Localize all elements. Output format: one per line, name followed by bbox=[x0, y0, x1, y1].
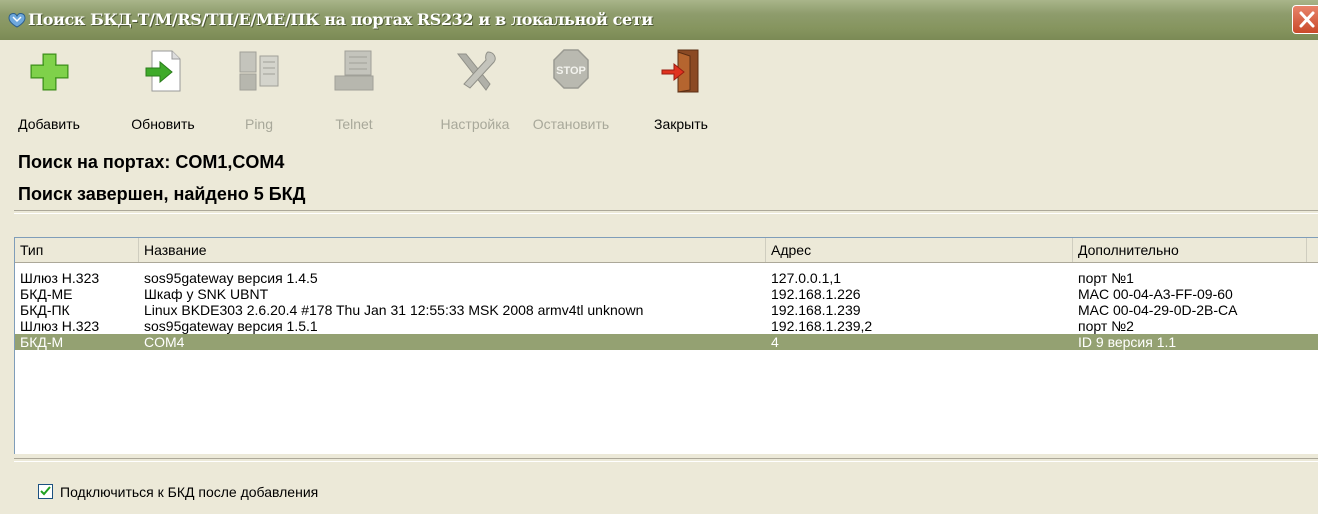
title-bar[interactable]: Поиск БКД-Т/М/RS/ТП/Е/МЕ/ПК на портах RS… bbox=[0, 0, 1318, 40]
cell-name: Шкаф у SNK UBNT bbox=[144, 286, 269, 302]
cell-address: 4 bbox=[771, 334, 779, 350]
cell-type: БКД-ПК bbox=[20, 302, 70, 318]
cell-name: sos95gateway версия 1.5.1 bbox=[144, 318, 318, 334]
toolbar: Добавить Обновить Ping Telnet Настройка … bbox=[0, 40, 1318, 138]
terminal-icon bbox=[334, 50, 374, 91]
devices-list-header: Тип Название Адрес Дополнительно bbox=[15, 238, 1318, 263]
add-label: Добавить bbox=[18, 116, 80, 132]
cell-extra: порт №2 bbox=[1078, 318, 1134, 334]
cell-type: БКД-МЕ bbox=[20, 286, 73, 302]
settings-label: Настройка bbox=[440, 116, 510, 132]
cell-address: 192.168.1.239 bbox=[771, 302, 861, 318]
refresh-label: Обновить bbox=[131, 116, 195, 132]
settings-button[interactable]: Настройка bbox=[430, 40, 520, 138]
close-icon bbox=[1299, 11, 1315, 28]
search-result-status: Поиск завершен, найдено 5 БКД bbox=[18, 184, 306, 204]
connect-after-add-label: Подключиться к БКД после добавления bbox=[60, 484, 319, 500]
stop-icon-text: STOP bbox=[556, 65, 586, 77]
ping-label: Ping bbox=[244, 116, 274, 132]
cell-name: sos95gateway версия 1.4.5 bbox=[144, 270, 318, 286]
window-title: Поиск БКД-Т/М/RS/ТП/Е/МЕ/ПК на портах RS… bbox=[28, 10, 653, 29]
cell-type: Шлюз Н.323 bbox=[20, 318, 100, 334]
table-row[interactable]: БКД-М COM4 4 ID 9 версия 1.1 bbox=[15, 334, 1318, 350]
stop-sign-icon: STOP bbox=[553, 49, 589, 89]
telnet-label: Telnet bbox=[335, 116, 373, 132]
connect-after-add-checkbox[interactable] bbox=[38, 484, 53, 499]
close-label: Закрыть bbox=[654, 116, 708, 132]
cell-address: 127.0.0.1,1 bbox=[771, 270, 842, 286]
column-header-address[interactable]: Адрес bbox=[766, 238, 1073, 262]
search-window: Поиск БКД-Т/М/RS/ТП/Е/МЕ/ПК на портах RS… bbox=[0, 0, 1318, 514]
stop-label: Остановить bbox=[532, 116, 610, 132]
cell-extra: порт №1 bbox=[1078, 270, 1134, 286]
cell-name: Linux BKDE303 2.6.20.4 #178 Thu Jan 31 1… bbox=[144, 302, 644, 318]
document-arrow-icon bbox=[145, 50, 181, 92]
ping-button[interactable]: Ping bbox=[231, 40, 287, 138]
column-header-name[interactable]: Название bbox=[139, 238, 766, 262]
cell-extra: MAC 00-04-A3-FF-09-60 bbox=[1078, 286, 1233, 302]
devices-list[interactable]: Тип Название Адрес Дополнительно Шлюз Н.… bbox=[14, 237, 1318, 454]
stop-button[interactable]: STOP Остановить bbox=[521, 40, 621, 138]
exit-door-icon bbox=[661, 49, 699, 93]
cell-name: COM4 bbox=[144, 334, 185, 350]
tools-icon bbox=[456, 51, 496, 91]
app-icon bbox=[8, 13, 26, 28]
column-header-extra[interactable]: Дополнительно bbox=[1073, 238, 1307, 262]
close-button[interactable]: Закрыть bbox=[643, 40, 719, 138]
telnet-button[interactable]: Telnet bbox=[326, 40, 382, 138]
table-row[interactable]: БКД-ПК Linux BKDE303 2.6.20.4 #178 Thu Ja… bbox=[15, 302, 1318, 318]
cell-type: Шлюз Н.323 bbox=[20, 270, 100, 286]
refresh-button[interactable]: Обновить bbox=[121, 40, 205, 138]
table-row[interactable]: БКД-МЕ Шкаф у SNK UBNT 192.168.1.226 MAC 00… bbox=[15, 286, 1318, 302]
column-header-type[interactable]: Тип bbox=[15, 238, 139, 262]
checkmark-icon bbox=[40, 486, 51, 496]
close-window-button[interactable] bbox=[1292, 5, 1318, 34]
plus-icon bbox=[30, 53, 69, 91]
cell-extra: MAC 00-04-29-0D-2B-CA bbox=[1078, 302, 1238, 318]
divider-top bbox=[14, 210, 1318, 214]
divider-bottom bbox=[14, 458, 1318, 462]
cell-extra: ID 9 версия 1.1 bbox=[1078, 334, 1177, 350]
cell-address: 192.168.1.239,2 bbox=[771, 318, 873, 334]
table-row[interactable]: Шлюз Н.323 sos95gateway версия 1.4.5 127.0… bbox=[15, 270, 1318, 286]
add-button[interactable]: Добавить bbox=[14, 40, 84, 138]
cell-address: 192.168.1.226 bbox=[771, 286, 861, 302]
computers-icon bbox=[239, 51, 279, 91]
cell-type: БКД-М bbox=[20, 334, 64, 350]
search-ports-status: Поиск на портах: COM1,COM4 bbox=[18, 152, 285, 172]
table-row[interactable]: Шлюз Н.323 sos95gateway версия 1.5.1 192.1… bbox=[15, 318, 1318, 334]
